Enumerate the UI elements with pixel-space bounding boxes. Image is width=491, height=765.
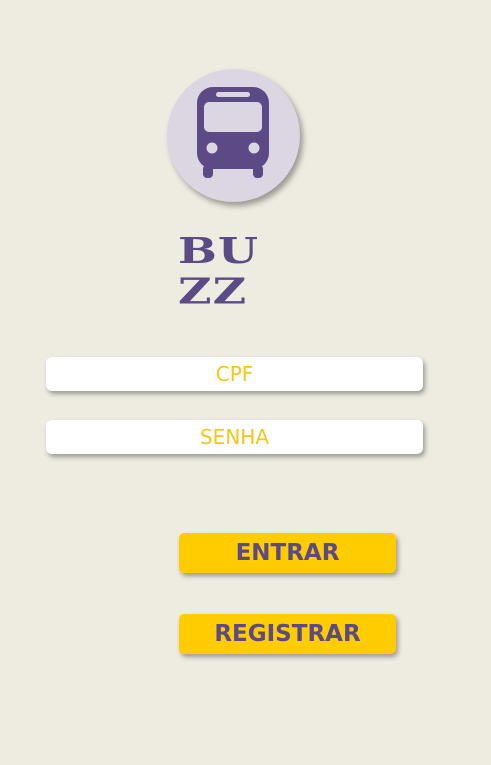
- registrar-button[interactable]: REGISTRAR: [179, 614, 396, 654]
- app-title-line-1: BU: [178, 229, 259, 272]
- app-title: BU ZZ: [178, 230, 318, 311]
- bus-icon: [197, 87, 269, 178]
- senha-input[interactable]: [46, 420, 423, 454]
- app-title-line-2: ZZ: [178, 269, 248, 312]
- logo-badge: [167, 69, 300, 202]
- entrar-button[interactable]: ENTRAR: [179, 533, 396, 573]
- cpf-input[interactable]: [46, 357, 423, 391]
